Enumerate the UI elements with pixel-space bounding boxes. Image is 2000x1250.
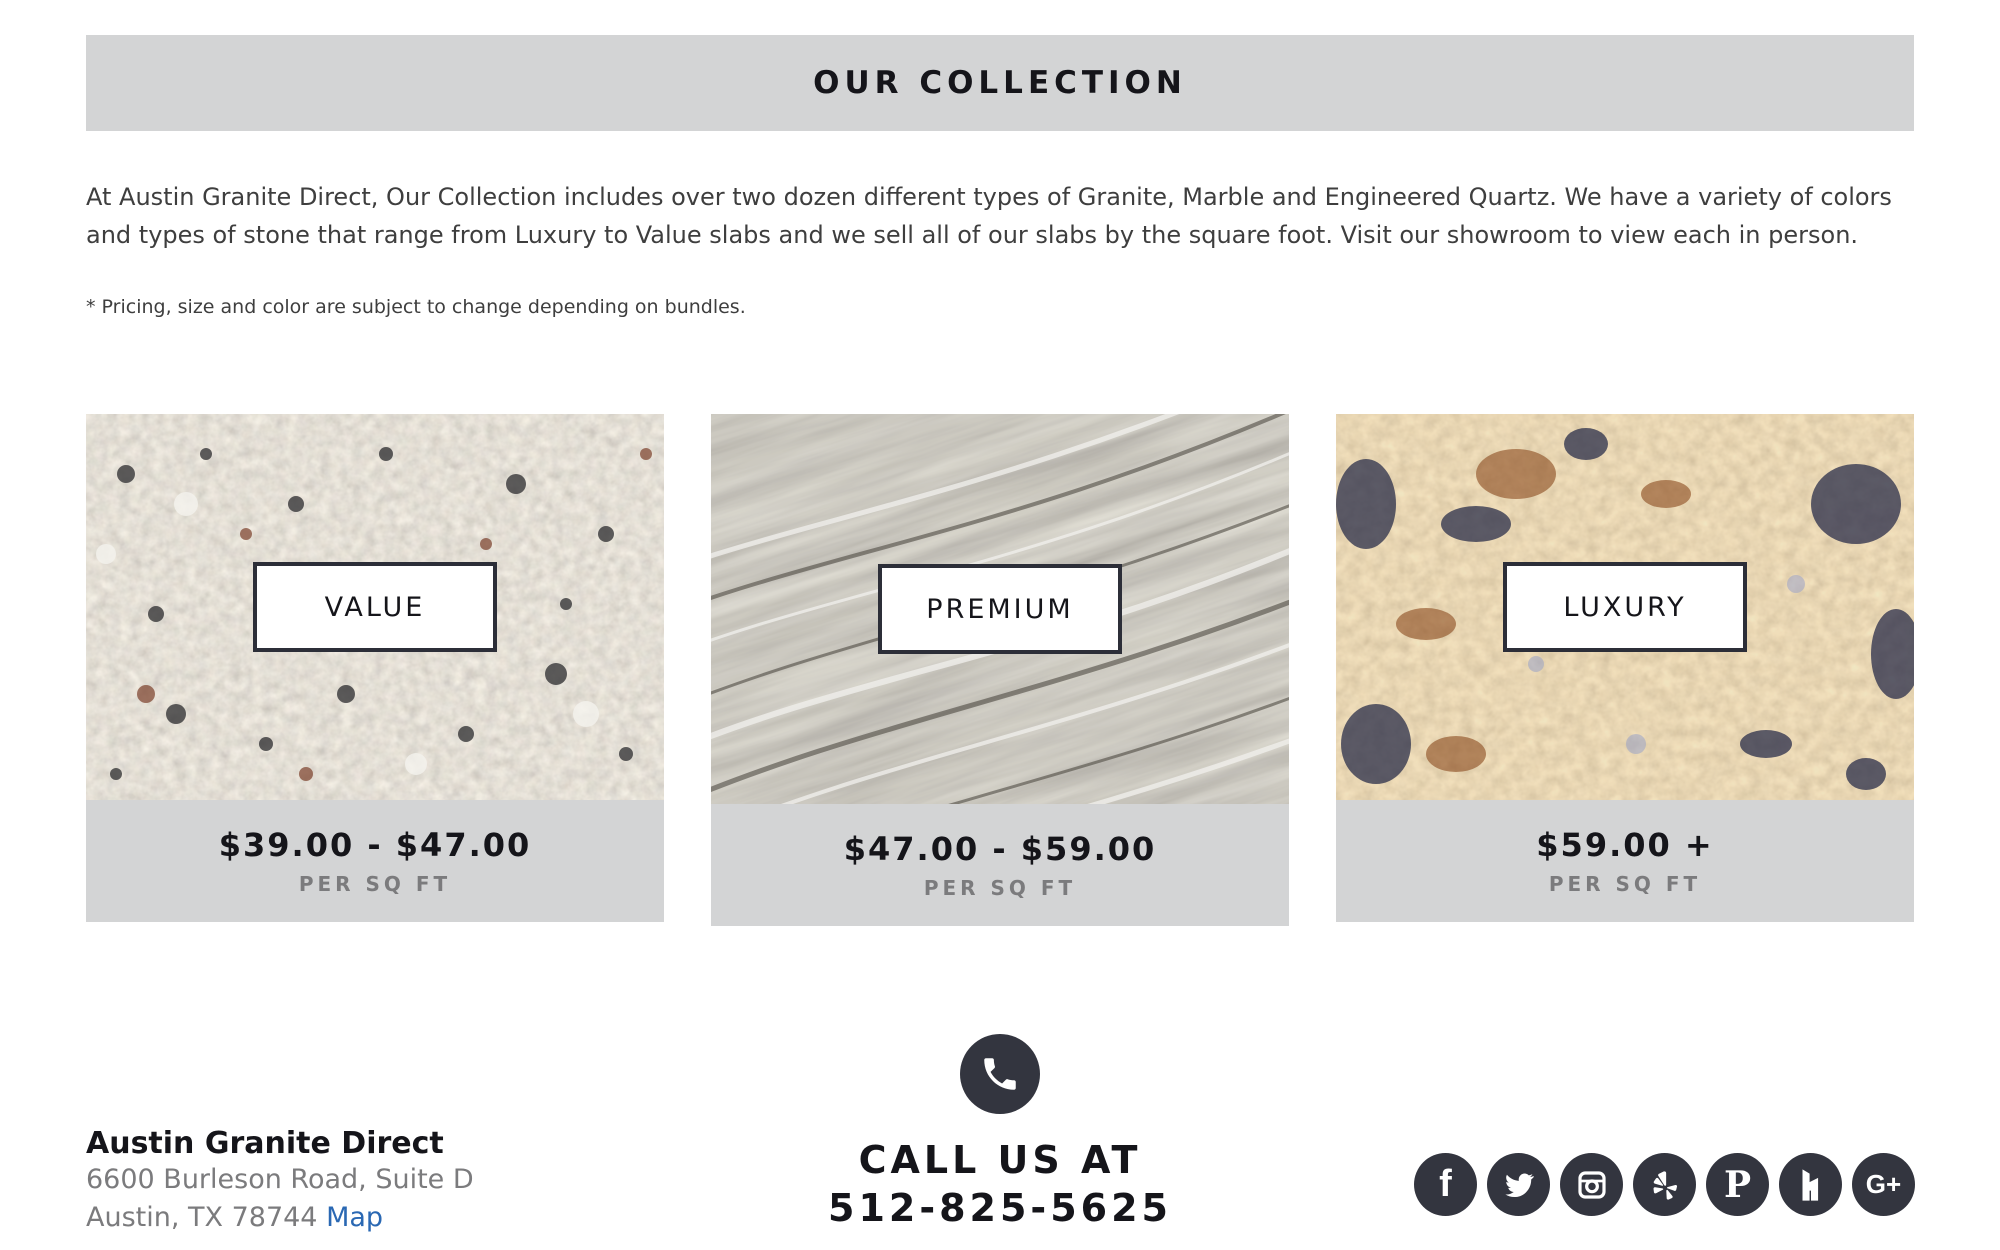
address-line-2: Austin, TX 78744 Map	[86, 1199, 474, 1237]
luxury-price-box: $59.00 + PER SQ FT	[1336, 800, 1914, 922]
social-links: f P G+	[1414, 1153, 1915, 1216]
pricing-note: * Pricing, size and color are subject to…	[86, 296, 746, 318]
luxury-card[interactable]: LUXURY $59.00 + PER SQ FT	[1336, 414, 1914, 922]
business-name: Austin Granite Direct	[86, 1126, 444, 1161]
premium-price-box: $47.00 - $59.00 PER SQ FT	[711, 804, 1289, 926]
value-price-unit: PER SQ FT	[298, 872, 452, 896]
premium-label[interactable]: PREMIUM	[878, 564, 1122, 654]
call-section: CALL US AT 512-825-5625	[800, 1034, 1200, 1232]
value-price: $39.00 - $47.00	[218, 826, 532, 864]
premium-price-unit: PER SQ FT	[923, 876, 1077, 900]
twitter-icon[interactable]	[1487, 1153, 1550, 1216]
value-label[interactable]: VALUE	[253, 562, 497, 652]
address-city: Austin, TX 78744	[86, 1202, 318, 1233]
luxury-label[interactable]: LUXURY	[1503, 562, 1747, 652]
pinterest-icon[interactable]: P	[1706, 1153, 1769, 1216]
call-us-label: CALL US AT	[858, 1138, 1142, 1182]
instagram-icon[interactable]	[1560, 1153, 1623, 1216]
phone-number[interactable]: 512-825-5625	[828, 1184, 1172, 1232]
luxury-price-unit: PER SQ FT	[1548, 872, 1702, 896]
premium-card[interactable]: PREMIUM $47.00 - $59.00 PER SQ FT	[711, 414, 1289, 926]
luxury-price: $59.00 +	[1536, 826, 1714, 864]
collection-title: OUR COLLECTION	[813, 65, 1187, 101]
address-line-1: 6600 Burleson Road, Suite D	[86, 1164, 474, 1195]
houzz-icon[interactable]	[1779, 1153, 1842, 1216]
luxury-stone-image: LUXURY	[1336, 414, 1914, 800]
collection-intro: At Austin Granite Direct, Our Collection…	[86, 183, 1892, 249]
map-link[interactable]: Map	[326, 1202, 383, 1233]
premium-stone-image: PREMIUM	[711, 414, 1289, 804]
google-plus-icon[interactable]: G+	[1852, 1153, 1915, 1216]
value-stone-image: VALUE	[86, 414, 664, 800]
value-price-box: $39.00 - $47.00 PER SQ FT	[86, 800, 664, 922]
phone-icon[interactable]	[960, 1034, 1040, 1114]
yelp-icon[interactable]	[1633, 1153, 1696, 1216]
footer-address: Austin Granite Direct 6600 Burleson Road…	[86, 1126, 474, 1237]
collection-banner: OUR COLLECTION	[86, 35, 1914, 131]
premium-price: $47.00 - $59.00	[843, 830, 1157, 868]
facebook-icon[interactable]: f	[1414, 1153, 1477, 1216]
value-card[interactable]: VALUE $39.00 - $47.00 PER SQ FT	[86, 414, 664, 922]
